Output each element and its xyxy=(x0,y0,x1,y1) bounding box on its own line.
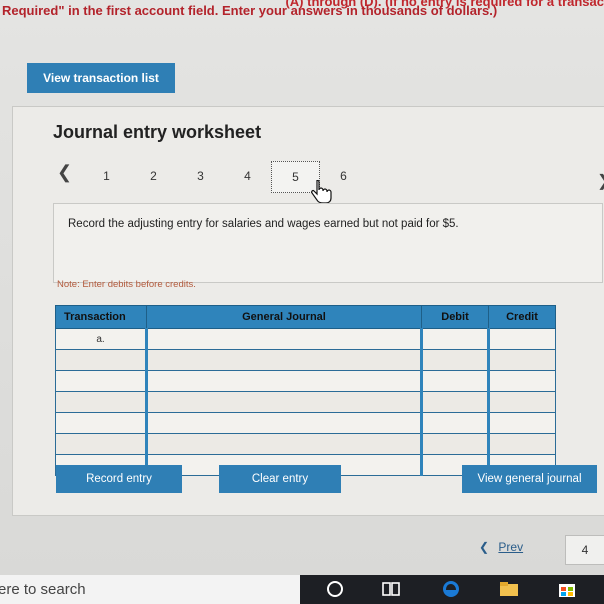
store-icon[interactable] xyxy=(556,579,578,599)
transaction-cell: a. xyxy=(55,328,147,350)
header-debit: Debit xyxy=(421,305,489,329)
transaction-cell xyxy=(55,370,147,392)
credit-input[interactable] xyxy=(487,349,556,371)
table-row xyxy=(55,349,556,371)
debit-input[interactable] xyxy=(420,391,489,413)
chevron-right-icon[interactable]: ❯ xyxy=(597,171,604,191)
transaction-cell xyxy=(55,349,147,371)
debit-input[interactable] xyxy=(420,328,489,350)
journal-worksheet-panel: Journal entry worksheet ❮ 1 2 3 4 5 6 ❯ … xyxy=(12,106,604,516)
transaction-cell xyxy=(55,412,147,434)
account-input[interactable] xyxy=(145,412,422,434)
account-input[interactable] xyxy=(145,349,422,371)
header-transaction: Transaction xyxy=(55,305,147,329)
view-transaction-list-button[interactable]: View transaction list xyxy=(27,63,175,93)
table-row: a. xyxy=(55,328,556,350)
table-row xyxy=(55,433,556,455)
journal-table: Transaction General Journal Debit Credit… xyxy=(55,305,556,476)
cortana-circle-icon[interactable] xyxy=(324,579,346,599)
account-input[interactable] xyxy=(145,370,422,392)
chevron-left-icon[interactable]: ❮ xyxy=(57,162,72,183)
table-row xyxy=(55,370,556,392)
prompt-text: Record the adjusting entry for salaries … xyxy=(68,218,459,230)
prev-link[interactable]: ❮ Prev xyxy=(479,540,523,554)
clear-entry-button[interactable]: Clear entry xyxy=(219,465,341,493)
table-row xyxy=(55,412,556,434)
instructions: (A) through (D). (If no entry is require… xyxy=(2,0,604,34)
tab-2[interactable]: 2 xyxy=(130,161,177,191)
header-general-journal: General Journal xyxy=(146,305,422,329)
debit-input[interactable] xyxy=(420,433,489,455)
search-placeholder: ere to search xyxy=(0,581,86,598)
task-view-icon[interactable] xyxy=(380,579,402,599)
edge-browser-icon[interactable] xyxy=(440,579,462,599)
credit-input[interactable] xyxy=(487,433,556,455)
worksheet-title: Journal entry worksheet xyxy=(53,122,262,142)
credit-input[interactable] xyxy=(487,412,556,434)
prompt-box: Record the adjusting entry for salaries … xyxy=(53,203,603,283)
file-explorer-icon[interactable] xyxy=(498,579,520,599)
prev-label: Prev xyxy=(498,540,524,554)
account-input[interactable] xyxy=(145,391,422,413)
taskbar: ere to search xyxy=(0,575,604,604)
tab-1[interactable]: 1 xyxy=(83,161,130,191)
instructions-line2: Required" in the first account field. En… xyxy=(2,3,498,18)
taskbar-search-input[interactable]: ere to search xyxy=(0,575,300,604)
tab-4[interactable]: 4 xyxy=(224,161,271,191)
page-number-box[interactable]: 4 xyxy=(565,535,604,565)
table-header-row: Transaction General Journal Debit Credit xyxy=(55,305,556,329)
account-input[interactable] xyxy=(145,328,422,350)
credit-input[interactable] xyxy=(487,391,556,413)
debit-input[interactable] xyxy=(420,412,489,434)
page: (A) through (D). (If no entry is require… xyxy=(0,0,604,575)
credit-input[interactable] xyxy=(487,328,556,350)
debit-input[interactable] xyxy=(420,370,489,392)
header-credit: Credit xyxy=(488,305,556,329)
note-text: Note: Enter debits before credits. xyxy=(57,279,196,290)
tab-3[interactable]: 3 xyxy=(177,161,224,191)
chevron-left-icon: ❮ xyxy=(479,540,490,554)
transaction-cell xyxy=(55,433,147,455)
account-input[interactable] xyxy=(145,433,422,455)
transaction-cell xyxy=(55,391,147,413)
credit-input[interactable] xyxy=(487,370,556,392)
table-row xyxy=(55,391,556,413)
debit-input[interactable] xyxy=(420,349,489,371)
view-general-journal-button[interactable]: View general journal xyxy=(462,465,597,493)
record-entry-button[interactable]: Record entry xyxy=(56,465,182,493)
